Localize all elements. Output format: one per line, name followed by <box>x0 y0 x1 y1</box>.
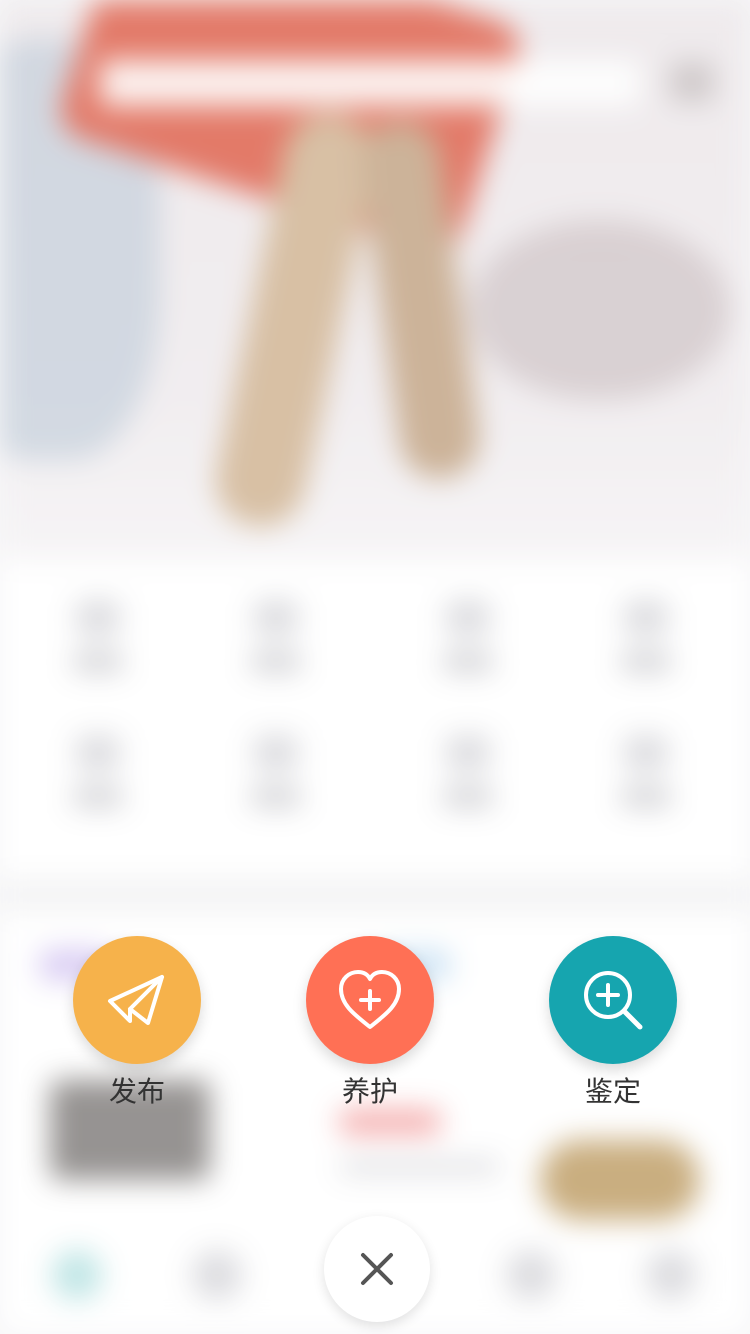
publish-button[interactable] <box>73 936 201 1064</box>
close-icon <box>361 1253 393 1285</box>
appraise-button[interactable] <box>549 936 677 1064</box>
care-label: 养护 <box>341 1075 398 1108</box>
blur-overlay <box>0 0 750 1334</box>
close-button[interactable] <box>324 1216 430 1322</box>
paper-plane-icon <box>108 975 164 1025</box>
care-action[interactable]: 养护 <box>306 936 434 1112</box>
care-button[interactable] <box>306 936 434 1064</box>
heart-plus-icon <box>339 970 401 1029</box>
appraise-action[interactable]: 鉴定 <box>549 936 677 1112</box>
zoom-in-icon <box>584 971 643 1030</box>
appraise-label: 鉴定 <box>584 1075 641 1108</box>
publish-label: 发布 <box>108 1075 165 1108</box>
publish-action[interactable]: 发布 <box>73 936 201 1112</box>
